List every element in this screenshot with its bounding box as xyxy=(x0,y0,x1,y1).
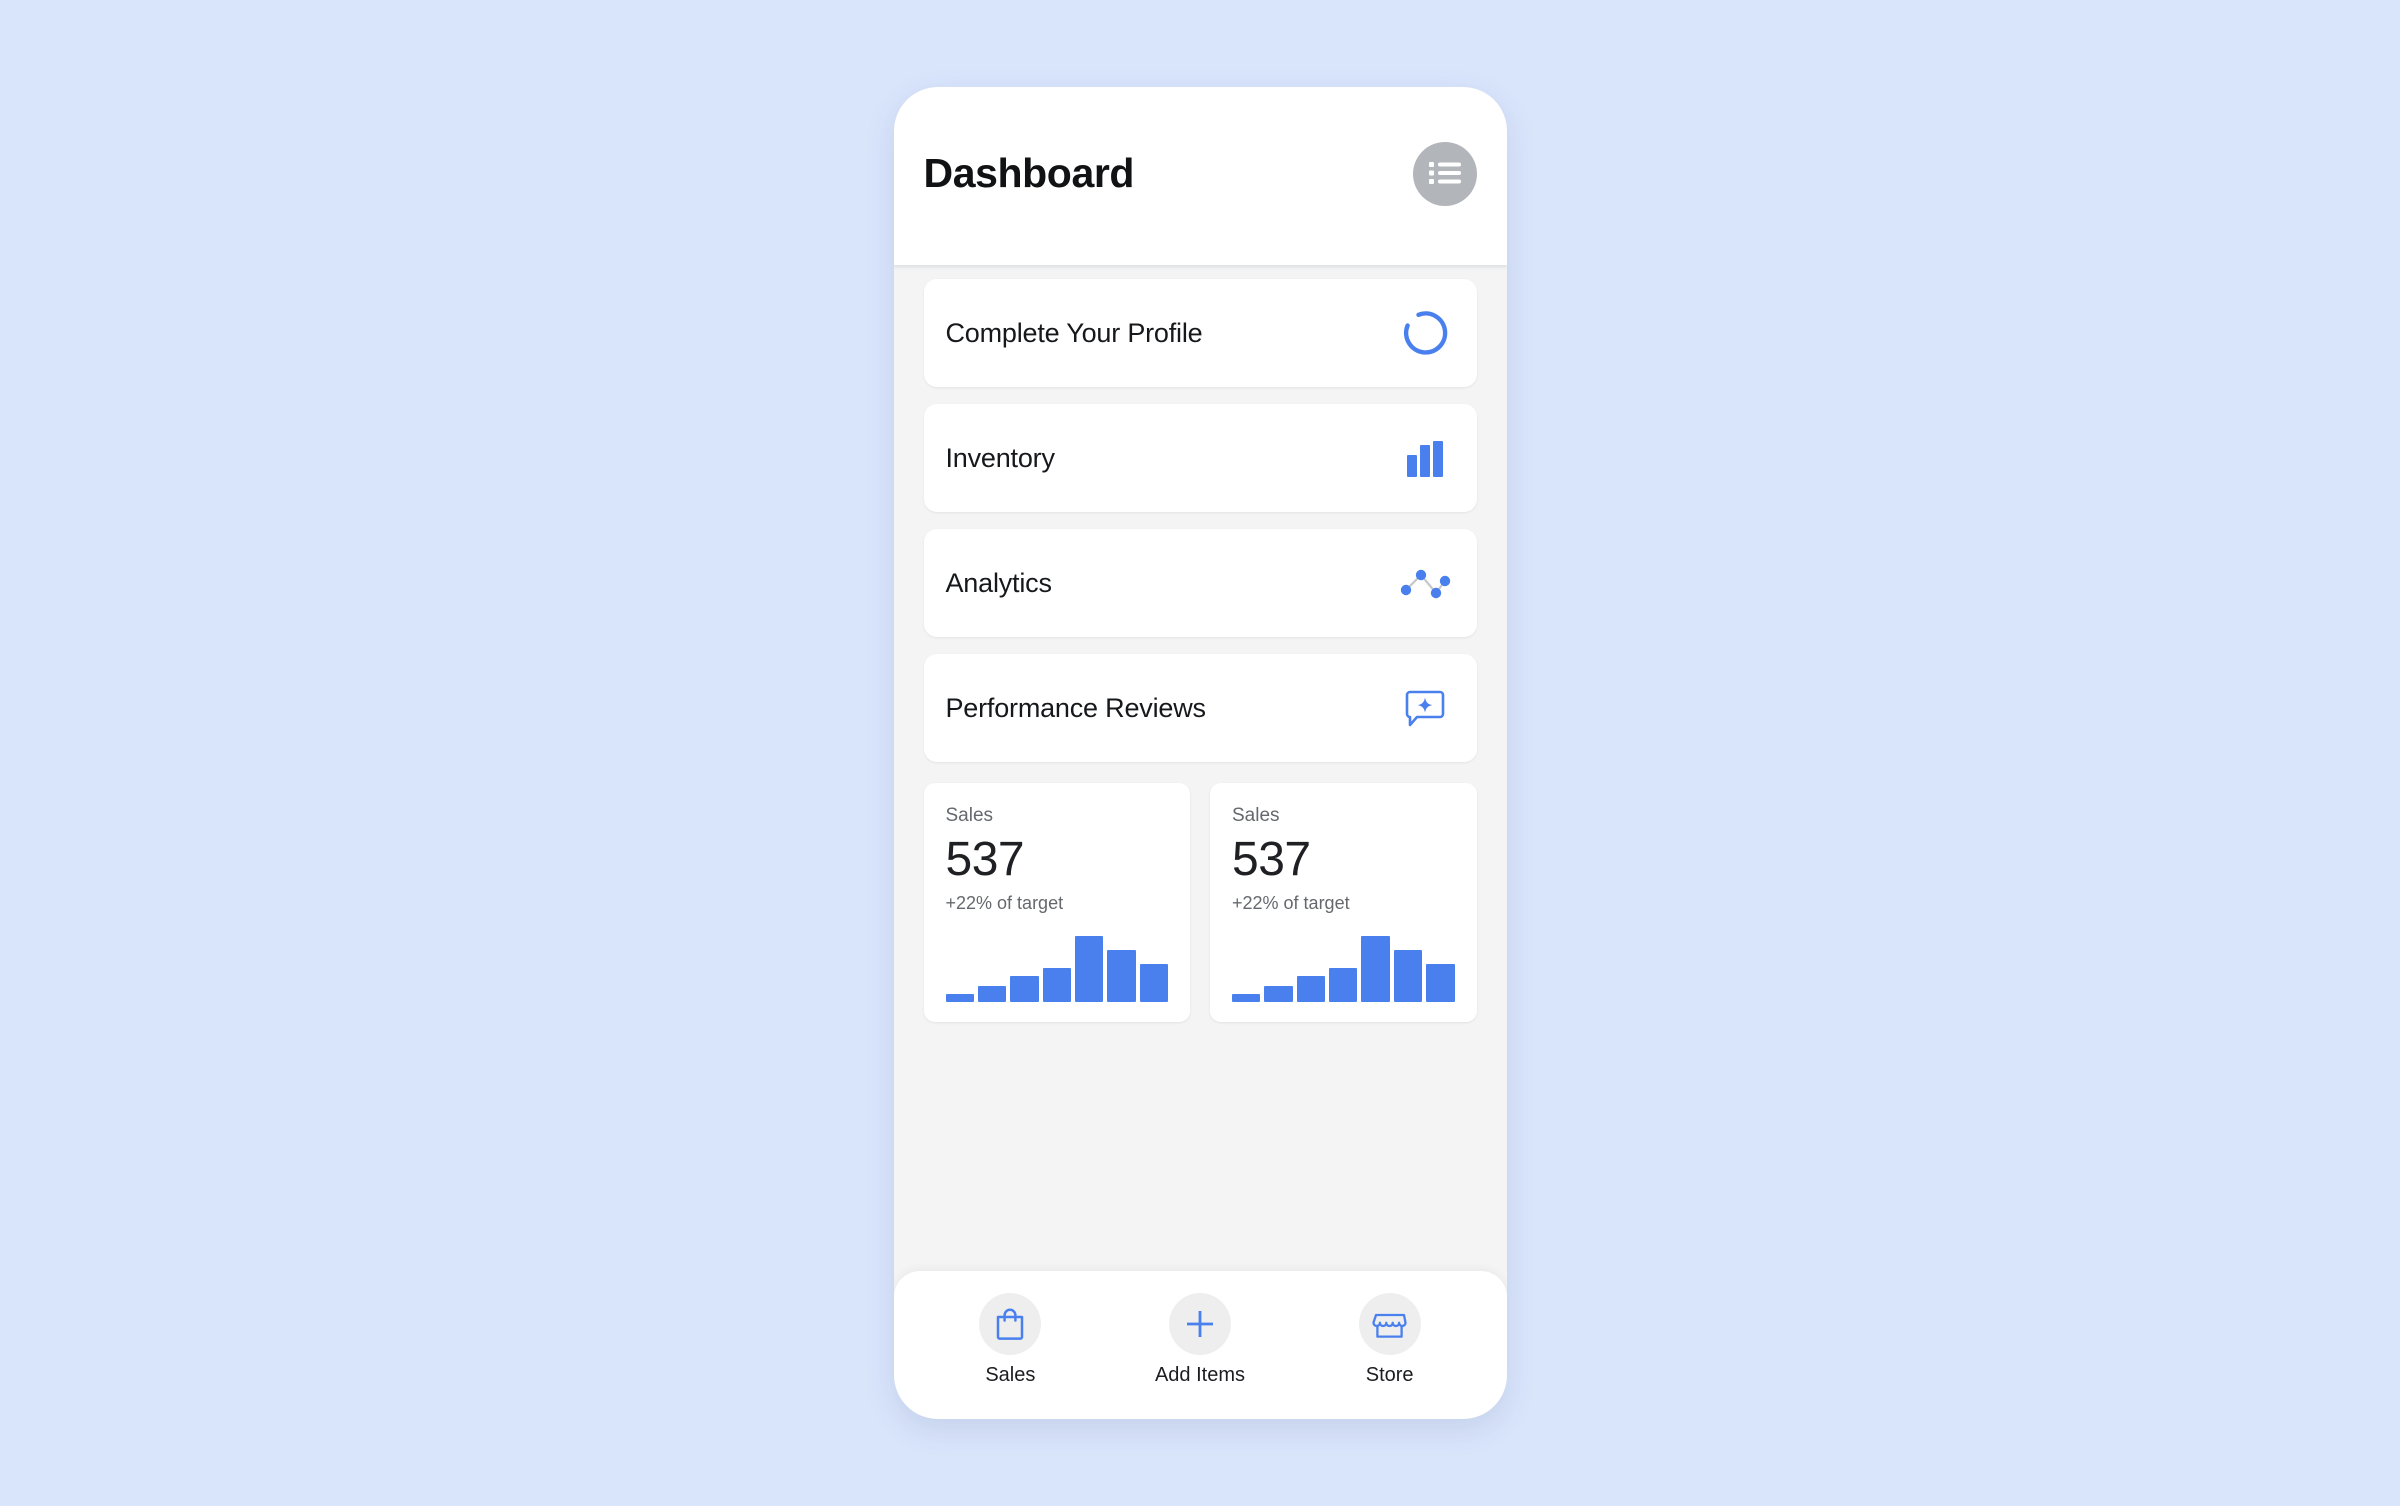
stat-value: 537 xyxy=(1232,833,1311,886)
stat-card-row: Sales 537 +22% of target Sales 537 +22% … xyxy=(923,783,1477,1023)
spark-bar xyxy=(1296,976,1326,1003)
spark-bar xyxy=(1010,976,1039,1003)
feature-label: Complete Your Profile xyxy=(945,317,1203,348)
stat-card-sales-2[interactable]: Sales 537 +22% of target xyxy=(1210,783,1477,1023)
chat-sparkle-icon xyxy=(1399,682,1451,734)
feature-label: Inventory xyxy=(945,442,1055,473)
spark-bar xyxy=(1393,949,1423,1003)
spark-bar xyxy=(1361,936,1390,1003)
list-icon xyxy=(1428,159,1462,190)
nav-item-store[interactable]: Store xyxy=(1315,1293,1465,1387)
feature-card-complete-your-profile[interactable]: Complete Your Profile xyxy=(923,279,1477,387)
nav-label: Store xyxy=(1365,1364,1414,1386)
spark-bar xyxy=(1264,985,1293,1003)
app-header: Dashboard xyxy=(893,87,1507,265)
feature-card-performance-reviews[interactable]: Performance Reviews xyxy=(923,654,1477,762)
progress-spinner-icon xyxy=(1399,307,1451,359)
shopping-bag-icon xyxy=(979,1293,1042,1355)
stat-label: Sales xyxy=(1232,805,1280,826)
nav-item-sales[interactable]: Sales xyxy=(935,1293,1085,1387)
stat-label: Sales xyxy=(945,805,994,826)
spark-bar xyxy=(1042,968,1071,1003)
stat-card-sales-1[interactable]: Sales 537 +22% of target xyxy=(923,783,1190,1023)
spark-bar xyxy=(1426,964,1455,1003)
bar-chart-icon xyxy=(1399,432,1451,484)
spark-bar xyxy=(1329,968,1358,1003)
spark-bar xyxy=(977,985,1007,1003)
phone-frame: Dashboard Complete Your Profile Inventor… xyxy=(893,87,1507,1419)
spark-bar xyxy=(1107,949,1136,1003)
spark-bar xyxy=(1139,964,1169,1003)
nav-item-add-items[interactable]: Add Items xyxy=(1125,1293,1275,1387)
sparkline-bar-chart xyxy=(1232,936,1455,1003)
spark-bar xyxy=(1232,994,1261,1003)
nav-label: Sales xyxy=(985,1364,1036,1386)
stat-subtext: +22% of target xyxy=(1232,893,1350,914)
nav-label: Add Items xyxy=(1154,1364,1245,1386)
plus-icon xyxy=(1168,1293,1231,1355)
feature-label: Analytics xyxy=(945,567,1052,598)
spark-bar xyxy=(1074,936,1104,1003)
bottom-navigation-bar: Sales Add Items Store xyxy=(893,1271,1507,1419)
feature-card-inventory[interactable]: Inventory xyxy=(923,404,1477,512)
spark-bar xyxy=(945,994,974,1003)
sparkline-bar-chart xyxy=(945,936,1169,1003)
menu-button[interactable] xyxy=(1412,142,1477,206)
storefront-icon xyxy=(1358,1293,1421,1355)
line-chart-icon xyxy=(1399,557,1451,609)
feature-label: Performance Reviews xyxy=(945,692,1206,723)
stat-value: 537 xyxy=(945,833,1025,886)
stat-subtext: +22% of target xyxy=(945,893,1064,914)
dashboard-content: Complete Your Profile Inventory Analytic… xyxy=(893,265,1507,1271)
feature-card-analytics[interactable]: Analytics xyxy=(923,529,1477,637)
page-title: Dashboard xyxy=(923,149,1135,196)
